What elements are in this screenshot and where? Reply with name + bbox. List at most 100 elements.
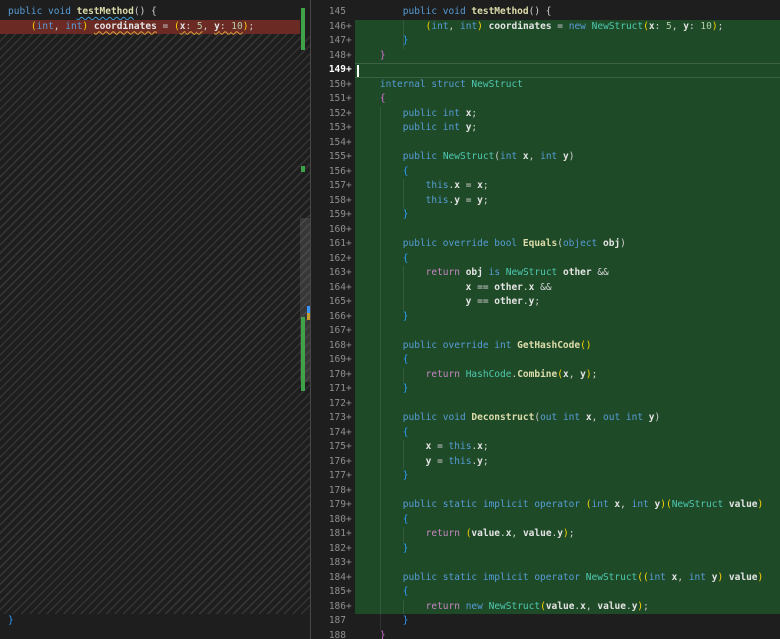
line-number-gutter[interactable]: 161+ <box>311 237 355 252</box>
line-number-gutter[interactable]: 163+ <box>311 266 355 281</box>
code-token <box>357 441 426 452</box>
line-number-gutter[interactable]: 153+ <box>311 121 355 136</box>
line-number-gutter[interactable]: 155+ <box>311 150 355 165</box>
line-number-gutter[interactable]: 175+ <box>311 440 355 455</box>
left-code-line[interactable] <box>0 629 300 639</box>
code-token: testMethod <box>471 6 528 17</box>
right-code-line[interactable]: 150+ internal struct NewStruct <box>311 78 780 93</box>
right-code-line[interactable]: 145 public void testMethod() { <box>311 5 780 20</box>
right-code-line[interactable]: 166+ } <box>311 310 780 325</box>
right-code-line[interactable]: 165+ y == other.y; <box>311 295 780 310</box>
right-code-line[interactable]: 169+ { <box>311 353 780 368</box>
line-number-gutter[interactable]: 148+ <box>311 49 355 64</box>
right-code-line[interactable]: 155+ public NewStruct(int x, int y) <box>311 150 780 165</box>
right-code-line[interactable]: 148+ } <box>311 49 780 64</box>
line-number-gutter[interactable]: 169+ <box>311 353 355 368</box>
line-number-gutter[interactable]: 168+ <box>311 339 355 354</box>
line-number-gutter[interactable]: 157+ <box>311 179 355 194</box>
line-number-gutter[interactable]: 159+ <box>311 208 355 223</box>
right-editor-pane[interactable]: 144145 public void testMethod() {146+ (i… <box>311 0 780 639</box>
line-number-gutter[interactable]: 178+ <box>311 484 355 499</box>
right-code-line[interactable]: 176+ y = this.y; <box>311 455 780 470</box>
line-number-gutter[interactable]: 182+ <box>311 542 355 557</box>
line-number-gutter[interactable]: 147+ <box>311 34 355 49</box>
right-code-line[interactable]: 149+ <box>311 63 780 78</box>
right-code-line[interactable]: 174+ { <box>311 426 780 441</box>
right-code-line[interactable]: 152+ public int x; <box>311 107 780 122</box>
right-code-line[interactable]: 188 } <box>311 629 780 639</box>
right-code-line[interactable]: 157+ this.x = x; <box>311 179 780 194</box>
right-code-line[interactable]: 184+ public static implicit operator New… <box>311 571 780 586</box>
right-code-line[interactable]: 167+ <box>311 324 780 339</box>
line-number-gutter[interactable]: 150+ <box>311 78 355 93</box>
right-code-line[interactable]: 172+ <box>311 397 780 412</box>
line-number-gutter[interactable]: 173+ <box>311 411 355 426</box>
line-number-gutter[interactable]: 176+ <box>311 455 355 470</box>
code-token: } <box>380 630 386 639</box>
right-code-line[interactable]: 147+ } <box>311 34 780 49</box>
right-code-line[interactable]: 179+ public static implicit operator (in… <box>311 498 780 513</box>
right-code-line[interactable]: 180+ { <box>311 513 780 528</box>
line-number-gutter[interactable]: 151+ <box>311 92 355 107</box>
right-code-line[interactable]: 170+ return HashCode.Combine(x, y); <box>311 368 780 383</box>
right-code-line[interactable]: 146+ (int, int) coordinates = new NewStr… <box>311 20 780 35</box>
line-number-gutter[interactable]: 152+ <box>311 107 355 122</box>
line-number-gutter[interactable]: 156+ <box>311 165 355 180</box>
right-code-line[interactable]: 154+ <box>311 136 780 151</box>
right-code-line[interactable]: 178+ <box>311 484 780 499</box>
right-code-line[interactable]: 156+ { <box>311 165 780 180</box>
line-number-gutter[interactable]: 183+ <box>311 556 355 571</box>
right-code-line[interactable]: 173+ public void Deconstruct(out int x, … <box>311 411 780 426</box>
right-code-line[interactable]: 164+ x == other.x && <box>311 281 780 296</box>
right-code-line[interactable]: 161+ public override bool Equals(object … <box>311 237 780 252</box>
line-number-gutter[interactable]: 184+ <box>311 571 355 586</box>
right-code-line[interactable]: 163+ return obj is NewStruct other && <box>311 266 780 281</box>
right-code-line[interactable]: 177+ } <box>311 469 780 484</box>
right-code-line[interactable]: 181+ return (value.x, value.y); <box>311 527 780 542</box>
left-code-line[interactable]: (int, int) coordinates = (x: 5, y: 10); <box>0 20 300 35</box>
line-number-gutter[interactable]: 154+ <box>311 136 355 151</box>
left-code-line[interactable]: public void testMethod() { <box>0 5 300 20</box>
right-code-line[interactable]: 185+ { <box>311 585 780 600</box>
line-number-gutter[interactable]: 180+ <box>311 513 355 528</box>
right-code-line[interactable]: 183+ <box>311 556 780 571</box>
line-number-gutter[interactable]: 158+ <box>311 194 355 209</box>
code-token <box>357 6 403 17</box>
right-code-line[interactable]: 187 } <box>311 614 780 629</box>
code-token: int <box>689 572 712 583</box>
line-number-gutter[interactable]: 187 <box>311 614 355 629</box>
line-number-gutter[interactable]: 165+ <box>311 295 355 310</box>
left-editor-pane[interactable]: public void testMethod() { (int, int) co… <box>0 0 310 639</box>
line-number-gutter[interactable]: 174+ <box>311 426 355 441</box>
right-code-line[interactable]: 153+ public int y; <box>311 121 780 136</box>
right-code-line[interactable]: 162+ { <box>311 252 780 267</box>
line-number-gutter[interactable]: 188 <box>311 629 355 639</box>
right-code-line[interactable]: 168+ public override int GetHashCode() <box>311 339 780 354</box>
line-number-gutter[interactable]: 186+ <box>311 600 355 615</box>
right-code-line[interactable]: 175+ x = this.x; <box>311 440 780 455</box>
right-code-line[interactable]: 186+ return new NewStruct(value.x, value… <box>311 600 780 615</box>
line-number-gutter[interactable]: 171+ <box>311 382 355 397</box>
right-code-line[interactable]: 158+ this.y = y; <box>311 194 780 209</box>
right-code-line[interactable]: 151+ { <box>311 92 780 107</box>
line-number-gutter[interactable]: 172+ <box>311 397 355 412</box>
line-number-gutter[interactable]: 149+ <box>311 63 355 78</box>
line-number-gutter[interactable]: 179+ <box>311 498 355 513</box>
line-number-gutter[interactable]: 170+ <box>311 368 355 383</box>
line-number-gutter[interactable]: 167+ <box>311 324 355 339</box>
line-number-gutter[interactable]: 177+ <box>311 469 355 484</box>
line-number-gutter[interactable]: 181+ <box>311 527 355 542</box>
line-number-gutter[interactable]: 146+ <box>311 20 355 35</box>
line-number-gutter[interactable]: 145 <box>311 5 355 20</box>
right-code-line[interactable]: 171+ } <box>311 382 780 397</box>
right-code-line[interactable]: 159+ } <box>311 208 780 223</box>
line-number-gutter[interactable]: 185+ <box>311 585 355 600</box>
right-code-line[interactable]: 182+ } <box>311 542 780 557</box>
right-code-line[interactable]: 160+ <box>311 223 780 238</box>
line-number-gutter[interactable]: 166+ <box>311 310 355 325</box>
line-number-gutter[interactable]: 164+ <box>311 281 355 296</box>
line-number-gutter[interactable]: 162+ <box>311 252 355 267</box>
left-code-line[interactable]: } <box>0 614 300 629</box>
line-number-gutter[interactable]: 160+ <box>311 223 355 238</box>
code-token: int <box>592 499 615 510</box>
